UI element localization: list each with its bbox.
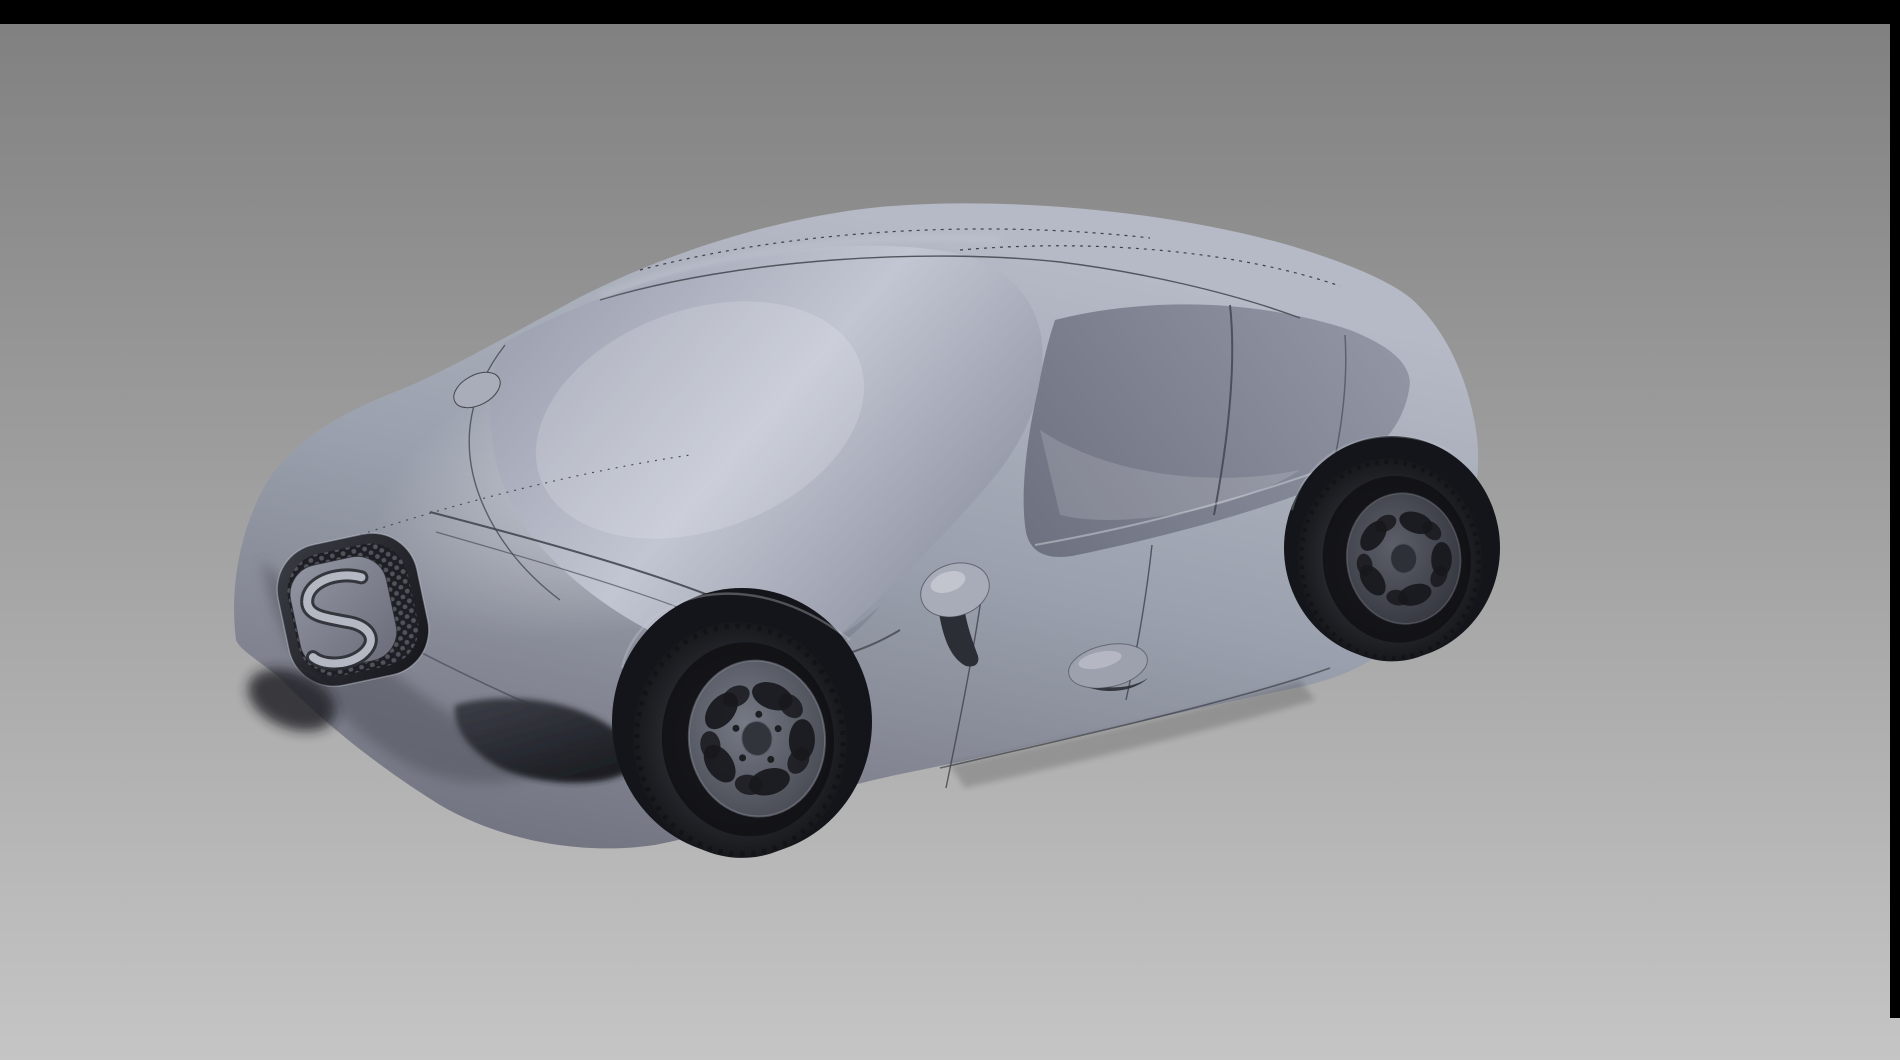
letterbox-right-bar [1890, 0, 1900, 1018]
viewport-canvas[interactable] [0, 0, 1900, 1060]
letterbox-top-bar [0, 0, 1900, 24]
viewport [0, 0, 1900, 1060]
